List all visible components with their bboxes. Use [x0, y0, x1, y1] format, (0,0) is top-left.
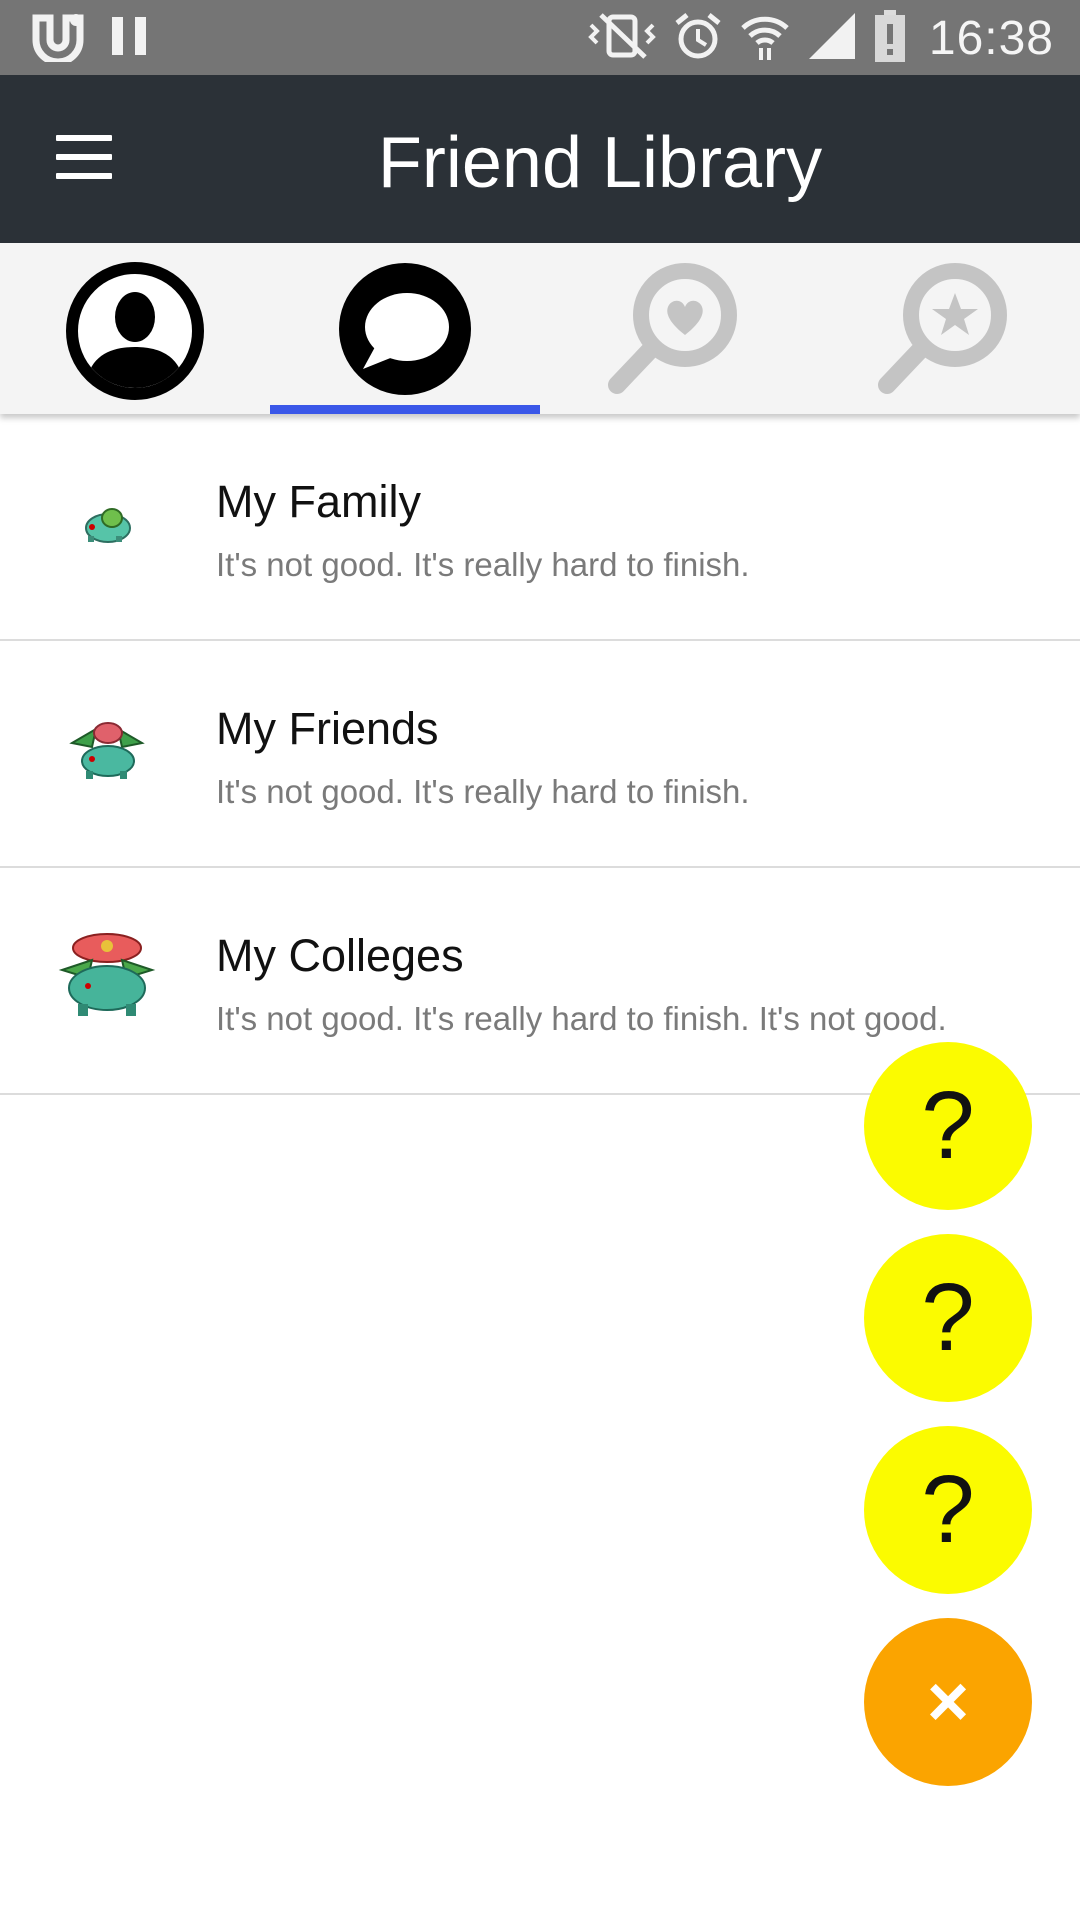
list-item-subtitle: It's not good. It's really hard to finis…: [216, 1000, 947, 1037]
battery-alert-icon: [874, 9, 905, 67]
list-item[interactable]: My Family It's not good. It's really har…: [0, 414, 1080, 641]
signal-icon: [807, 11, 859, 66]
venusaur-avatar: [58, 933, 156, 1016]
list-item-title: My Friends: [216, 703, 439, 754]
ivysaur-avatar: [69, 722, 145, 779]
list-item[interactable]: My Friends It's not good. It's really ha…: [0, 641, 1080, 868]
tab-indicator: [270, 405, 540, 414]
status-time: 16:38: [928, 11, 1054, 65]
tab-profile[interactable]: [0, 243, 270, 414]
chat-bubble-icon: [339, 263, 471, 395]
status-bar: 16:38: [0, 0, 1080, 75]
help-fab-2[interactable]: ?: [864, 1234, 1032, 1402]
vibrate-off-icon: [587, 11, 657, 66]
help-fab-1[interactable]: ?: [864, 1042, 1032, 1210]
alarm-icon: [673, 11, 723, 66]
u-plus-icon: [30, 10, 88, 67]
tab-chat[interactable]: [270, 243, 540, 414]
list-item-title: My Colleges: [216, 930, 464, 981]
bulbasaur-avatar: [85, 508, 131, 543]
list-item-subtitle: It's not good. It's really hard to finis…: [216, 546, 750, 583]
person-circle-icon: [66, 262, 204, 400]
search-heart-icon: [608, 263, 737, 394]
list-item-title: My Family: [216, 476, 421, 527]
tab-search-starred[interactable]: [810, 243, 1080, 414]
tab-search-favorites[interactable]: [540, 243, 810, 414]
wifi-icon: [739, 10, 791, 67]
page-title: Friend Library: [377, 123, 823, 203]
list-item-subtitle: It's not good. It's really hard to finis…: [216, 773, 750, 810]
close-fab[interactable]: ×: [864, 1618, 1032, 1786]
help-fab-3[interactable]: ?: [864, 1426, 1032, 1594]
search-star-icon: [878, 263, 1007, 394]
group-list: My Family It's not good. It's really har…: [0, 414, 1080, 1095]
pause-icon: [110, 13, 150, 64]
tab-bar: [0, 243, 1080, 414]
app-bar: Friend Library: [0, 75, 1080, 243]
